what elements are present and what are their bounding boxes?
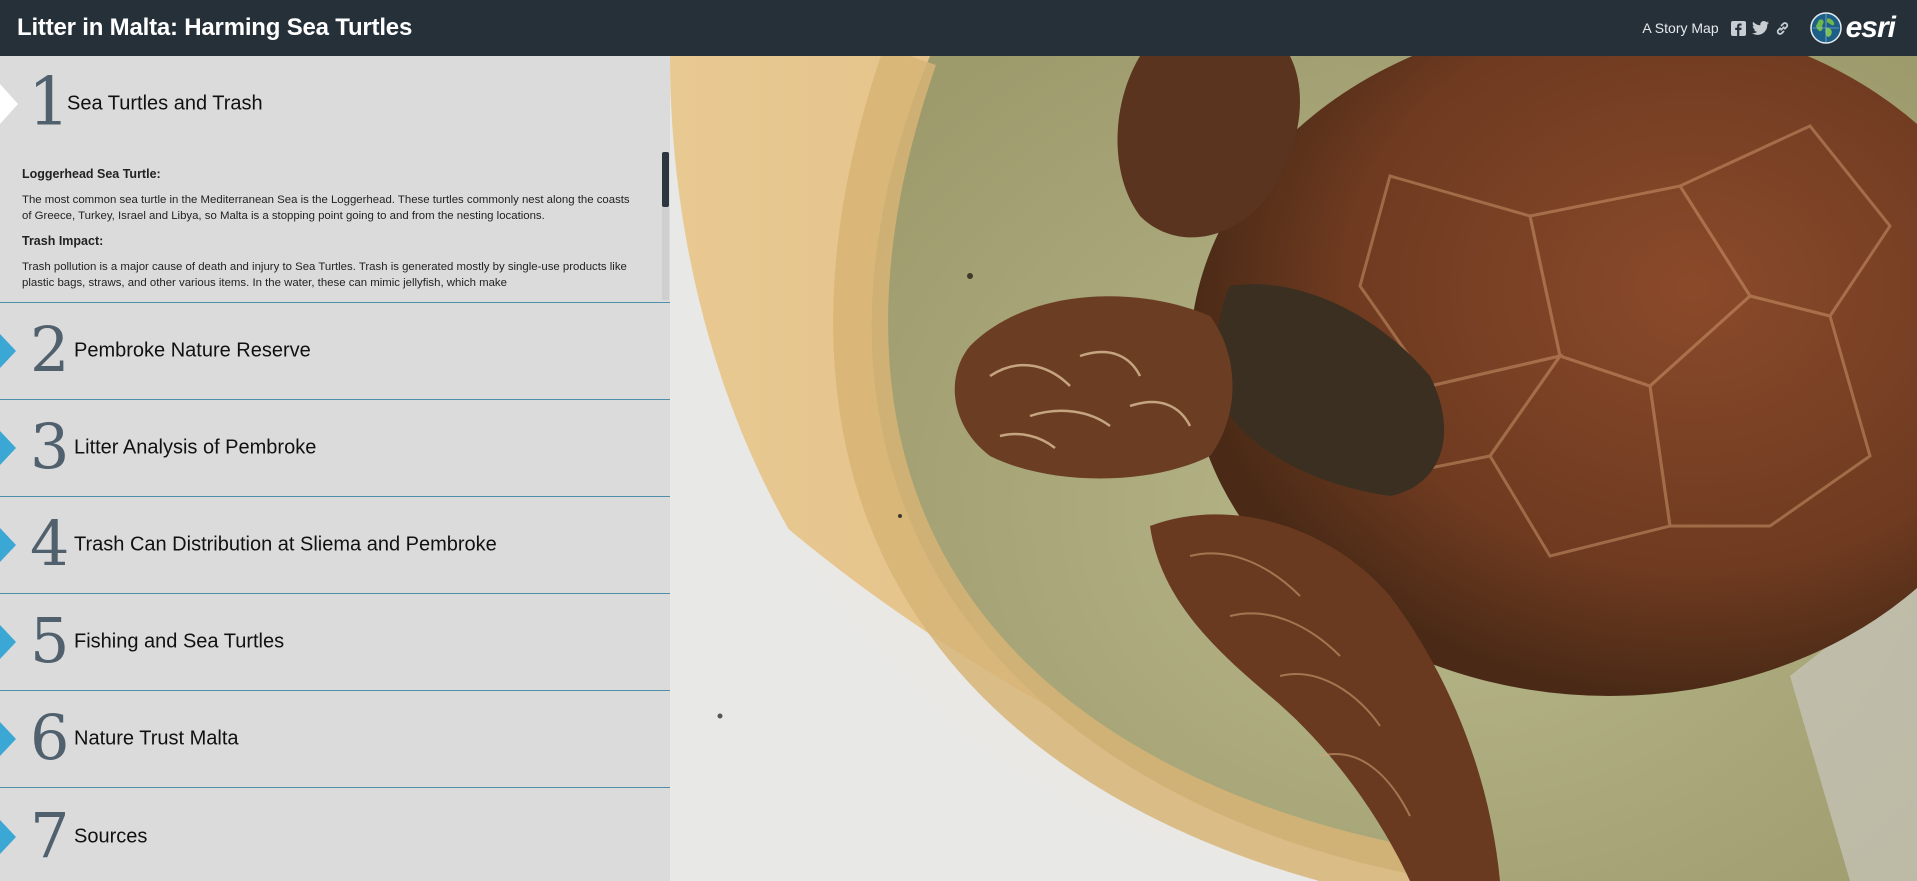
content-heading: Trash Impact: xyxy=(22,234,104,249)
section-number: 1 xyxy=(28,63,70,141)
section-title[interactable]: Sources xyxy=(74,825,147,848)
section-number: 4 xyxy=(30,506,70,580)
section-number: 7 xyxy=(30,798,70,872)
section-number: 5 xyxy=(30,603,70,677)
section-content: Loggerhead Sea Turtle: The most common s… xyxy=(22,166,630,303)
share-bar xyxy=(1730,20,1790,36)
esri-wordmark: esri xyxy=(1845,11,1896,44)
section-title[interactable]: Sea Turtles and Trash xyxy=(67,93,263,116)
chevron-right-icon xyxy=(0,625,16,659)
content-scrollbar-thumb[interactable] xyxy=(662,152,669,207)
link-icon[interactable] xyxy=(1775,21,1790,36)
header-right: A Story Map esri xyxy=(1642,0,1896,56)
content-paragraph: Trash pollution is a major cause of deat… xyxy=(22,260,627,290)
story-map-link[interactable]: A Story Map xyxy=(1642,20,1718,36)
section-number: 6 xyxy=(30,700,70,774)
section-number: 3 xyxy=(30,409,70,483)
section-title[interactable]: Pembroke Nature Reserve xyxy=(74,340,311,363)
active-indicator-icon xyxy=(0,84,18,124)
sea-turtle-photo xyxy=(670,56,1917,881)
section-5[interactable]: 5 Fishing and Sea Turtles xyxy=(0,594,670,691)
content-heading: Loggerhead Sea Turtle: xyxy=(22,167,161,181)
side-panel: 1 Sea Turtles and Trash Loggerhead Sea T… xyxy=(0,56,670,881)
chevron-right-icon xyxy=(0,722,16,756)
section-6[interactable]: 6 Nature Trust Malta xyxy=(0,691,670,788)
chevron-right-icon xyxy=(0,431,16,465)
globe-icon xyxy=(1809,12,1842,44)
section-title[interactable]: Fishing and Sea Turtles xyxy=(74,631,284,654)
section-1[interactable]: 1 Sea Turtles and Trash Loggerhead Sea T… xyxy=(0,56,670,303)
content-paragraph: The most common sea turtle in the Medite… xyxy=(22,193,630,222)
section-4[interactable]: 4 Trash Can Distribution at Sliema and P… xyxy=(0,497,670,594)
section-title[interactable]: Litter Analysis of Pembroke xyxy=(74,437,316,460)
main-media-image xyxy=(670,56,1917,881)
section-number: 2 xyxy=(30,312,70,386)
chevron-right-icon xyxy=(0,334,16,368)
app-header: Litter in Malta: Harming Sea Turtles A S… xyxy=(0,0,1917,56)
section-7[interactable]: 7 Sources xyxy=(0,788,670,881)
section-3[interactable]: 3 Litter Analysis of Pembroke xyxy=(0,400,670,497)
facebook-icon[interactable] xyxy=(1730,20,1746,36)
page-title: Litter in Malta: Harming Sea Turtles xyxy=(17,14,413,41)
chevron-right-icon xyxy=(0,819,16,854)
section-title[interactable]: Trash Can Distribution at Sliema and Pem… xyxy=(74,534,497,557)
section-2[interactable]: 2 Pembroke Nature Reserve xyxy=(0,303,670,400)
chevron-right-icon xyxy=(0,528,16,562)
esri-logo[interactable]: esri xyxy=(1809,11,1896,44)
twitter-icon[interactable] xyxy=(1751,21,1769,35)
section-title[interactable]: Nature Trust Malta xyxy=(74,728,239,751)
